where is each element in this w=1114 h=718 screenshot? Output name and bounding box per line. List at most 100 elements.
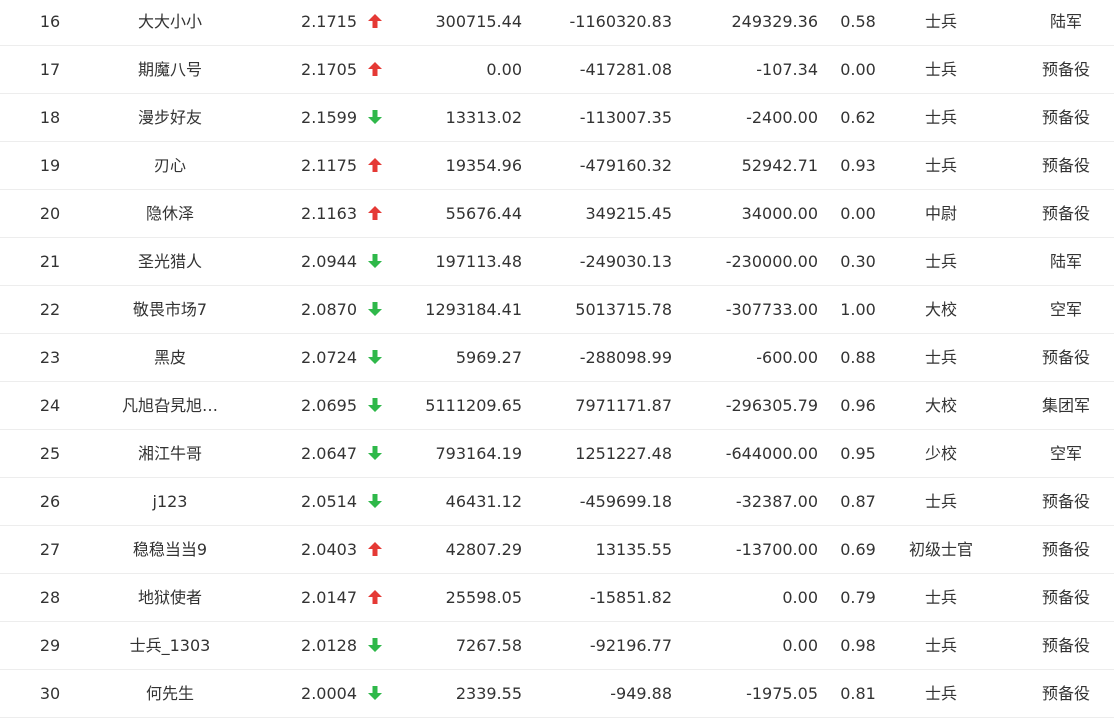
military-rank-cell: 士兵: [924, 684, 957, 703]
table-row[interactable]: 19 刃心 2.1175 19354.96 -479160.32 52942.71 0.93…: [0, 142, 1114, 190]
arrow-down-icon: [366, 670, 384, 717]
military-rank-cell: 士兵: [924, 108, 957, 127]
table-row[interactable]: 30 何先生 2.0004 2339.55 -949.88 -1975.05 0.81 士兵 预…: [0, 670, 1114, 718]
arrow-up-icon: [366, 142, 384, 189]
value-3-cell: -2400.00: [746, 108, 818, 127]
score-cell: 2.0514: [301, 492, 357, 511]
value-3-cell: -107.34: [756, 60, 818, 79]
ratio-cell: 0.95: [840, 444, 876, 463]
table-row[interactable]: 21 圣光猎人 2.0944 197113.48 -249030.13 -230000.0…: [0, 238, 1114, 286]
table-row[interactable]: 23 黑皮 2.0724 5969.27 -288098.99 -600.00 0.88 士兵…: [0, 334, 1114, 382]
military-rank-cell: 士兵: [924, 156, 957, 175]
value-3-cell: -600.00: [756, 348, 818, 367]
value-1-cell: 25598.05: [445, 588, 522, 607]
branch-cell: 空军: [1049, 444, 1082, 463]
score-cell: 2.0403: [301, 540, 357, 559]
value-3-cell: 0.00: [782, 636, 818, 655]
table-row[interactable]: 17 期魔八号 2.1705 0.00 -417281.08 -107.34 0.00 士兵 预…: [0, 46, 1114, 94]
ranking-table: 16 大大小小 2.1715 300715.44 -1160320.83 249329.3…: [0, 0, 1114, 718]
player-name-cell: 敬畏市场7: [132, 300, 208, 319]
table-row[interactable]: 20 隐休泽 2.1163 55676.44 349215.45 34000.00 0.00…: [0, 190, 1114, 238]
value-3-cell: 34000.00: [741, 204, 818, 223]
arrow-down-icon: [366, 622, 384, 669]
table-row[interactable]: 26 j123 2.0514 46431.12 -459699.18 -32387.00 0…: [0, 478, 1114, 526]
score-cell: 2.0147: [301, 588, 357, 607]
arrow-up-icon: [366, 190, 384, 237]
score-cell: 2.0944: [301, 252, 357, 271]
arrow-up-icon: [366, 574, 384, 621]
arrow-down-icon: [366, 94, 384, 141]
arrow-up-icon: [366, 526, 384, 573]
value-3-cell: 0.00: [782, 588, 818, 607]
score-cell: 2.1705: [301, 60, 357, 79]
ratio-cell: 0.69: [840, 540, 876, 559]
value-2-cell: -459699.18: [579, 492, 672, 511]
rank-cell: 29: [39, 636, 61, 655]
value-3-cell: -307733.00: [725, 300, 818, 319]
table-row[interactable]: 22 敬畏市场7 2.0870 1293184.41 5013715.78 -307733…: [0, 286, 1114, 334]
ratio-cell: 0.81: [840, 684, 876, 703]
rank-cell: 20: [39, 204, 61, 223]
value-2-cell: -288098.99: [579, 348, 672, 367]
branch-cell: 预备役: [1041, 588, 1090, 607]
rank-cell: 25: [39, 444, 61, 463]
branch-cell: 陆军: [1049, 12, 1082, 31]
branch-cell: 预备役: [1041, 108, 1090, 127]
value-1-cell: 42807.29: [445, 540, 522, 559]
value-1-cell: 5111209.65: [425, 396, 522, 415]
value-3-cell: -32387.00: [735, 492, 818, 511]
value-2-cell: 1251227.48: [575, 444, 672, 463]
value-2-cell: -113007.35: [579, 108, 672, 127]
branch-cell: 预备役: [1041, 492, 1090, 511]
table-row[interactable]: 25 湘江牛哥 2.0647 793164.19 1251227.48 -644000.0…: [0, 430, 1114, 478]
military-rank-cell: 士兵: [924, 252, 957, 271]
table-row[interactable]: 16 大大小小 2.1715 300715.44 -1160320.83 249329.3…: [0, 0, 1114, 46]
score-cell: 2.1599: [301, 108, 357, 127]
table-row[interactable]: 27 稳稳当当9 2.0403 42807.29 13135.55 -13700.00 0.…: [0, 526, 1114, 574]
military-rank-cell: 士兵: [924, 12, 957, 31]
branch-cell: 陆军: [1049, 252, 1082, 271]
table-row[interactable]: 24 凡旭旮旯旭… 2.0695 5111209.65 7971171.87 -29630…: [0, 382, 1114, 430]
military-rank-cell: 士兵: [924, 636, 957, 655]
rank-cell: 30: [39, 684, 61, 703]
score-cell: 2.1715: [301, 12, 357, 31]
branch-cell: 预备役: [1041, 540, 1090, 559]
arrow-down-icon: [366, 334, 384, 381]
branch-cell: 集团军: [1041, 396, 1090, 415]
arrow-down-icon: [366, 478, 384, 525]
rank-cell: 24: [39, 396, 61, 415]
value-2-cell: 7971171.87: [575, 396, 672, 415]
value-1-cell: 13313.02: [445, 108, 522, 127]
military-rank-cell: 大校: [924, 396, 957, 415]
value-1-cell: 197113.48: [435, 252, 522, 271]
table-row[interactable]: 28 地狱使者 2.0147 25598.05 -15851.82 0.00 0.79 士兵 预…: [0, 574, 1114, 622]
branch-cell: 预备役: [1041, 636, 1090, 655]
ratio-cell: 0.98: [840, 636, 876, 655]
rank-cell: 21: [39, 252, 61, 271]
ratio-cell: 0.00: [840, 60, 876, 79]
arrow-down-icon: [366, 382, 384, 429]
value-1-cell: 300715.44: [435, 12, 522, 31]
ratio-cell: 0.93: [840, 156, 876, 175]
table-row[interactable]: 18 漫步好友 2.1599 13313.02 -113007.35 -2400.00 0.…: [0, 94, 1114, 142]
score-cell: 2.0647: [301, 444, 357, 463]
value-2-cell: -92196.77: [589, 636, 672, 655]
player-name-cell: 稳稳当当9: [132, 540, 208, 559]
arrow-up-icon: [366, 46, 384, 93]
player-name-cell: 何先生: [145, 684, 194, 703]
ratio-cell: 0.62: [840, 108, 876, 127]
value-1-cell: 793164.19: [435, 444, 522, 463]
military-rank-cell: 中尉: [924, 204, 957, 223]
value-1-cell: 55676.44: [445, 204, 522, 223]
ratio-cell: 0.79: [840, 588, 876, 607]
value-1-cell: 5969.27: [455, 348, 522, 367]
value-2-cell: 5013715.78: [575, 300, 672, 319]
value-2-cell: 13135.55: [595, 540, 672, 559]
player-name-cell: 刃心: [153, 156, 186, 175]
score-cell: 2.1163: [301, 204, 357, 223]
ratio-cell: 0.30: [840, 252, 876, 271]
score-cell: 2.0128: [301, 636, 357, 655]
value-3-cell: 249329.36: [731, 12, 818, 31]
player-name-cell: j123: [152, 492, 188, 511]
table-row[interactable]: 29 士兵_1303 2.0128 7267.58 -92196.77 0.00 0.98 士…: [0, 622, 1114, 670]
